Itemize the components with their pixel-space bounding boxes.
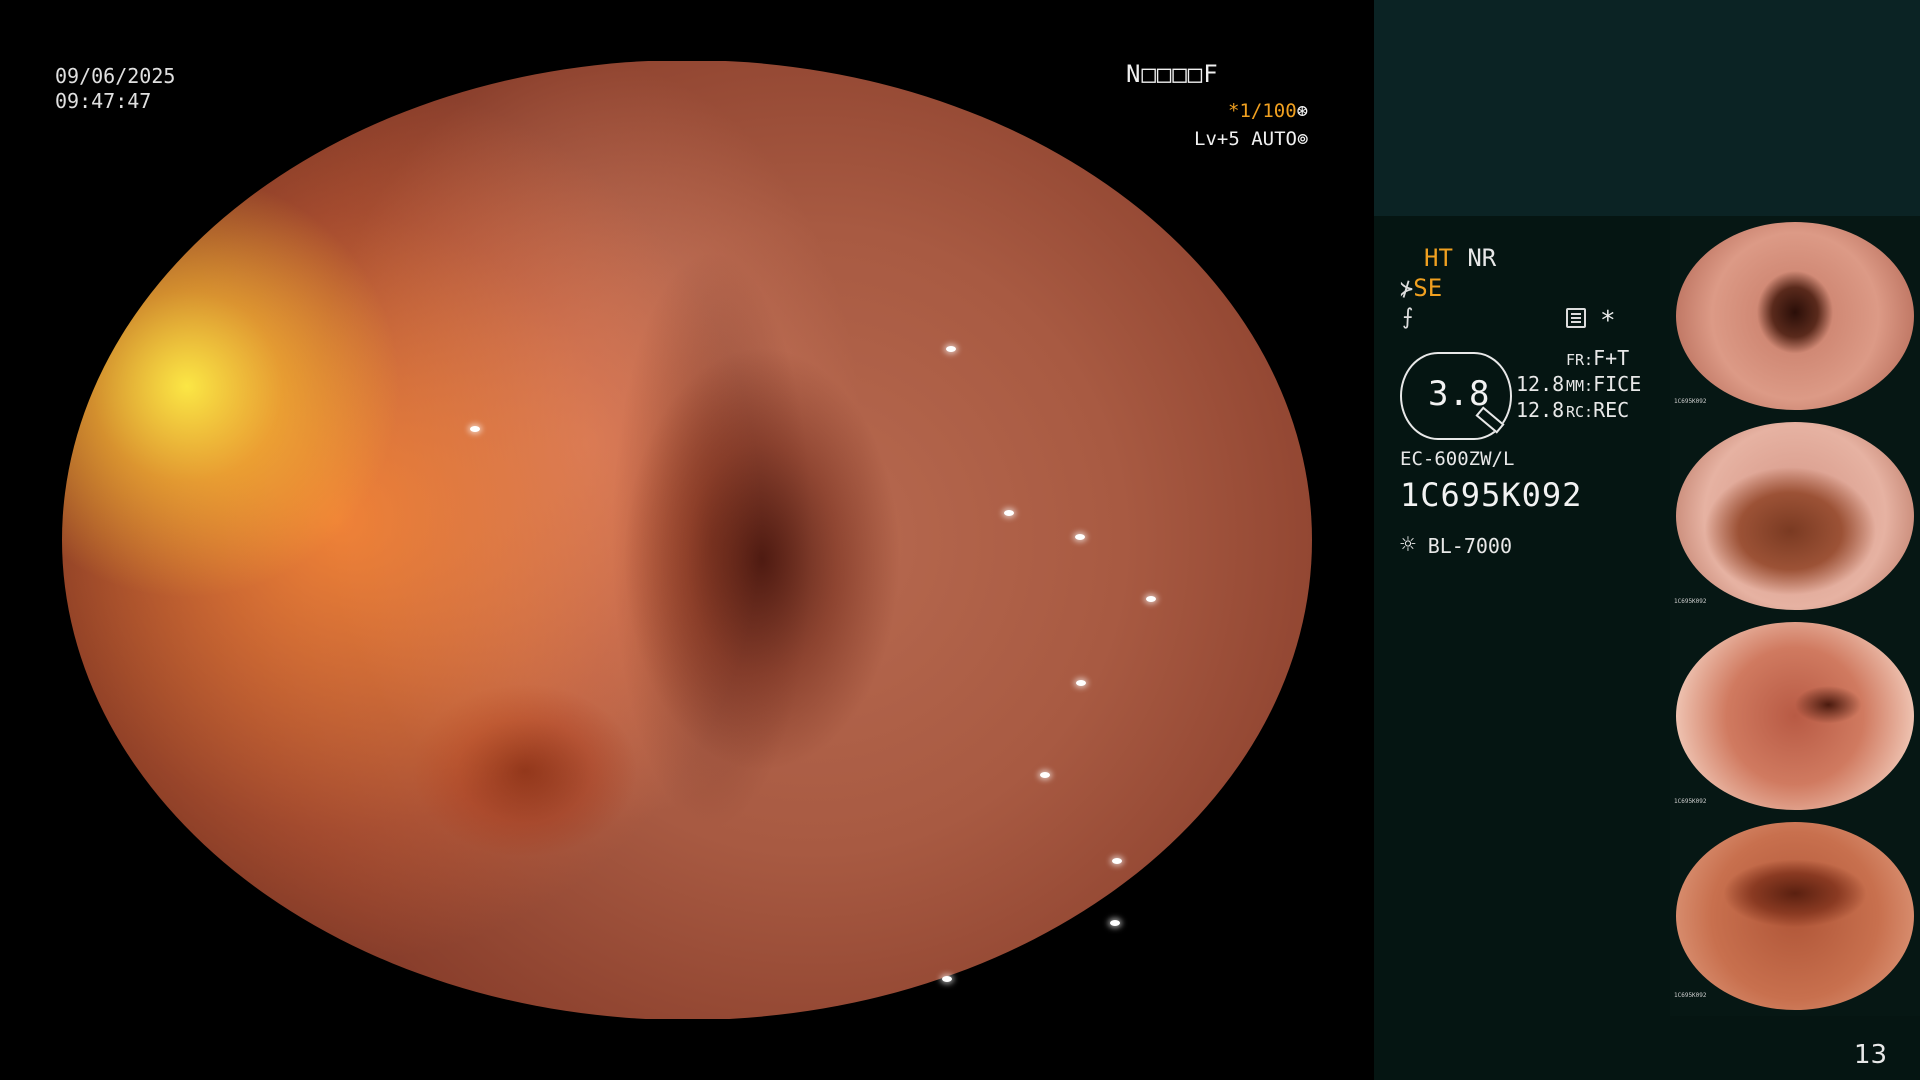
memo-icon	[1566, 308, 1586, 328]
thumbnail-caption: 1C695K092	[1674, 598, 1707, 605]
thumbnail-image	[1676, 222, 1914, 410]
magnifier-handle-icon	[1475, 406, 1505, 434]
ht-nr-indicator: HT NR	[1424, 244, 1496, 272]
thumbnail-image	[1676, 822, 1914, 1010]
captured-thumbnail[interactable]: 1C695K092	[1670, 816, 1920, 1016]
iris-icon: ⊛	[1296, 100, 1309, 122]
specular-highlight	[1040, 772, 1050, 778]
panel-header-band	[1374, 0, 1920, 216]
specular-highlight	[942, 976, 952, 982]
specular-highlight	[1004, 510, 1014, 516]
se-indicator: ⊁SE	[1400, 274, 1442, 302]
page-number: 13	[1854, 1040, 1888, 1070]
thumbnail-caption: 1C695K092	[1674, 798, 1707, 805]
specular-highlight	[1112, 858, 1122, 864]
captured-thumbnail[interactable]: 1C695K092	[1670, 216, 1920, 416]
exposure-level: Lv+5 AUTO⊚	[1194, 127, 1308, 151]
thumbnail-caption: 1C695K092	[1674, 398, 1707, 405]
rc-setting: RC:REC	[1566, 398, 1629, 422]
thumbnail-image	[1676, 422, 1914, 610]
thumbnail-image	[1676, 622, 1914, 810]
light-source-model: BL-7000	[1427, 534, 1512, 558]
se-label: SE	[1413, 274, 1443, 302]
rc-value: REC	[1593, 398, 1630, 422]
endoscopic-image	[62, 60, 1312, 1020]
specular-highlight	[1075, 534, 1085, 540]
specular-highlight	[946, 346, 956, 352]
fr-key: FR:	[1566, 351, 1594, 369]
thumbnail-caption: 1C695K092	[1674, 992, 1707, 999]
patient-name: N□□□□F	[1126, 60, 1219, 88]
mm-key: MM:	[1566, 377, 1594, 395]
asterisk-icon: *	[1600, 306, 1616, 336]
specular-highlight	[1110, 920, 1120, 926]
stat-value-1: 12.8	[1516, 372, 1565, 396]
shutter-speed: *1/100⊛	[1228, 99, 1308, 123]
fr-setting: FR:F+T	[1566, 346, 1629, 370]
specular-highlight	[1076, 680, 1086, 686]
info-panel: HT NR ⊁SE ⨍ * 3.8 12.8 12.8 FR:F+T MM:FI…	[1374, 0, 1920, 1080]
light-source: ☼ BL-7000	[1400, 530, 1512, 560]
zoom-indicator: 3.8	[1400, 352, 1512, 440]
rc-key: RC:	[1566, 403, 1594, 421]
level-value: Lv+5 AUTO	[1194, 128, 1297, 150]
exam-date: 09/06/2025	[55, 64, 176, 88]
specular-highlight	[470, 426, 480, 432]
shutter-value: *1/100	[1228, 100, 1297, 122]
nr-label: NR	[1467, 244, 1497, 272]
exam-time: 09:47:47	[55, 89, 152, 113]
ht-label: HT	[1424, 244, 1453, 272]
stat-value-2: 12.8	[1516, 398, 1565, 422]
captured-thumbnail[interactable]: 1C695K092	[1670, 616, 1920, 816]
freeze-icon: ⨍	[1402, 305, 1414, 330]
fr-value: F+T	[1593, 346, 1630, 370]
mm-value: FICE	[1593, 372, 1642, 396]
scope-model: EC-600ZW/L	[1400, 448, 1515, 470]
mm-setting: MM:FICE	[1566, 372, 1641, 396]
specular-highlight	[1146, 596, 1156, 602]
captured-thumbnail[interactable]: 1C695K092	[1670, 416, 1920, 616]
auto-icon: ⊚	[1296, 128, 1309, 150]
light-source-icon: ☼	[1400, 530, 1416, 560]
scope-serial: 1C695K092	[1400, 476, 1583, 514]
endoscope-live-view	[62, 60, 1312, 1020]
structure-enhance-icon: ⊁	[1400, 277, 1414, 302]
